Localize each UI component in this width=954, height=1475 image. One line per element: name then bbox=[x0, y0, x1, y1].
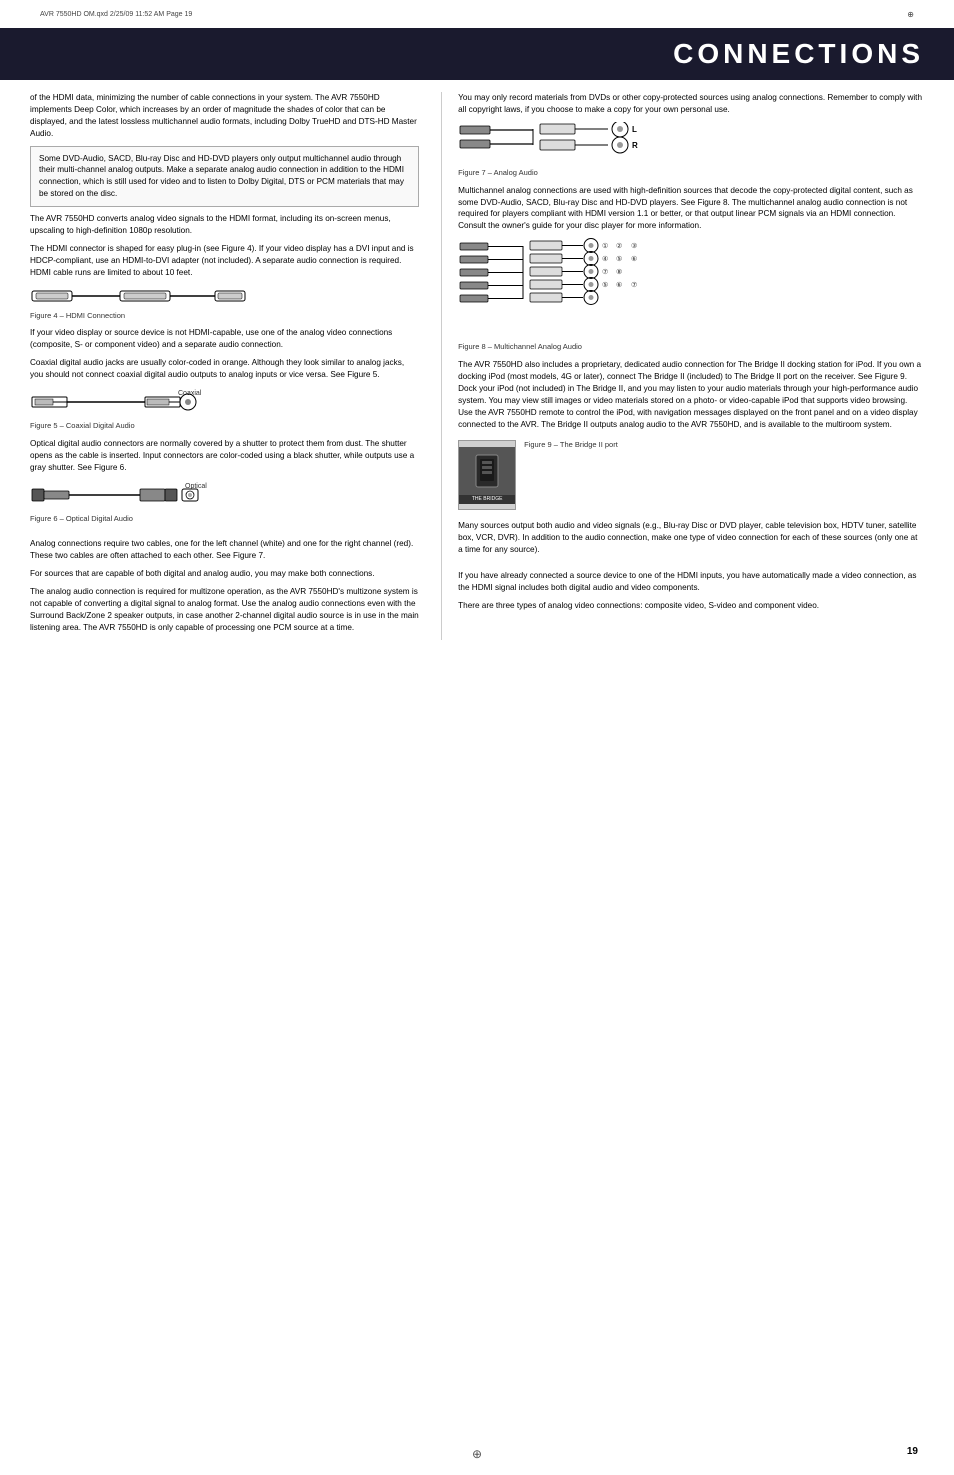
multichannel-diagram: ① ② ③ ④ ⑤ ⑥ ⑦ ⑧ ⑤ ⑥ ⑦ bbox=[458, 238, 738, 338]
svg-text:R: R bbox=[632, 141, 638, 150]
left-para-6: Optical digital audio connectors are nor… bbox=[30, 438, 419, 474]
left-para-3: The HDMI connector is shaped for easy pl… bbox=[30, 243, 419, 279]
right-para-2: Multichannel analog connections are used… bbox=[458, 185, 924, 233]
crosshair-bottom: ⊕ bbox=[472, 1447, 482, 1461]
analog-audio-diagram: L R bbox=[458, 122, 738, 164]
right-column: You may only record materials from DVDs … bbox=[446, 92, 924, 640]
right-para-4: Many sources output both audio and video… bbox=[458, 520, 924, 556]
right-para-5: If you have already connected a source d… bbox=[458, 570, 924, 594]
bridge-connector-icon bbox=[468, 451, 506, 491]
svg-text:②: ② bbox=[616, 242, 622, 250]
coaxial-diagram: Coaxial bbox=[30, 387, 250, 417]
svg-text:⑥: ⑥ bbox=[631, 255, 637, 263]
main-content: of the HDMI data, minimizing the number … bbox=[0, 80, 954, 652]
svg-text:L: L bbox=[632, 125, 637, 134]
left-para-5: Coaxial digital audio jacks are usually … bbox=[30, 357, 419, 381]
left-para-4: If your video display or source device i… bbox=[30, 327, 419, 351]
fig8-caption: Figure 8 – Multichannel Analog Audio bbox=[458, 342, 924, 353]
fig5-caption: Figure 5 – Coaxial Digital Audio bbox=[30, 421, 419, 432]
figure-6: Optical bbox=[30, 480, 419, 510]
svg-text:⑧: ⑧ bbox=[616, 268, 622, 276]
figure-9-row: THE BRIDGE Figure 9 – The Bridge II port bbox=[458, 436, 924, 514]
fig4-caption: Figure 4 – HDMI Connection bbox=[30, 311, 419, 322]
bridge-label: THE BRIDGE bbox=[459, 495, 515, 504]
svg-text:⑦: ⑦ bbox=[602, 268, 608, 276]
callout-box: Some DVD-Audio, SACD, Blu-ray Disc and H… bbox=[30, 146, 419, 208]
svg-text:⑤: ⑤ bbox=[602, 281, 608, 289]
svg-text:①: ① bbox=[602, 242, 608, 250]
left-para-2: The AVR 7550HD converts analog video sig… bbox=[30, 213, 419, 237]
optical-diagram: Optical bbox=[30, 480, 250, 510]
right-para-1: You may only record materials from DVDs … bbox=[458, 92, 924, 116]
svg-text:Coaxial: Coaxial bbox=[178, 390, 202, 397]
left-para-1: of the HDMI data, minimizing the number … bbox=[30, 92, 419, 140]
left-column: of the HDMI data, minimizing the number … bbox=[30, 92, 437, 640]
callout-text: Some DVD-Audio, SACD, Blu-ray Disc and H… bbox=[39, 154, 404, 199]
left-para-9: The analog audio connection is required … bbox=[30, 586, 419, 634]
figure-4 bbox=[30, 285, 419, 307]
fig9-caption: Figure 9 – The Bridge II port bbox=[524, 436, 924, 451]
page-number: 19 bbox=[907, 1446, 918, 1457]
svg-text:⑥: ⑥ bbox=[616, 281, 622, 289]
svg-text:③: ③ bbox=[631, 242, 637, 250]
fig6-caption: Figure 6 – Optical Digital Audio bbox=[30, 514, 419, 525]
left-para-7: Analog connections require two cables, o… bbox=[30, 538, 419, 562]
left-para-8: For sources that are capable of both dig… bbox=[30, 568, 419, 580]
svg-text:⑤: ⑤ bbox=[616, 255, 622, 263]
svg-text:④: ④ bbox=[602, 255, 608, 263]
fig7-caption: Figure 7 – Analog Audio bbox=[458, 168, 924, 179]
crop-marks: AVR 7550HD OM.qxd 2/25/09 11:52 AM Page … bbox=[0, 0, 954, 28]
figure-7: L R bbox=[458, 122, 924, 164]
column-divider bbox=[441, 92, 442, 640]
crop-text: AVR 7550HD OM.qxd 2/25/09 11:52 AM Page … bbox=[40, 11, 192, 18]
svg-text:⑦: ⑦ bbox=[631, 281, 637, 289]
figure-8: ① ② ③ ④ ⑤ ⑥ ⑦ ⑧ ⑤ ⑥ ⑦ bbox=[458, 238, 924, 338]
crosshair-top: ⊕ bbox=[907, 10, 914, 19]
section-title: CONNECTIONS bbox=[673, 38, 924, 70]
hdmi-diagram bbox=[30, 285, 250, 307]
right-para-3: The AVR 7550HD also includes a proprieta… bbox=[458, 359, 924, 430]
right-para-6: There are three types of analog video co… bbox=[458, 600, 924, 612]
bridge-port-img: THE BRIDGE bbox=[458, 440, 516, 510]
page-header: CONNECTIONS bbox=[0, 28, 954, 80]
figure-5: Coaxial bbox=[30, 387, 419, 417]
bridge-image: THE BRIDGE bbox=[458, 436, 516, 514]
